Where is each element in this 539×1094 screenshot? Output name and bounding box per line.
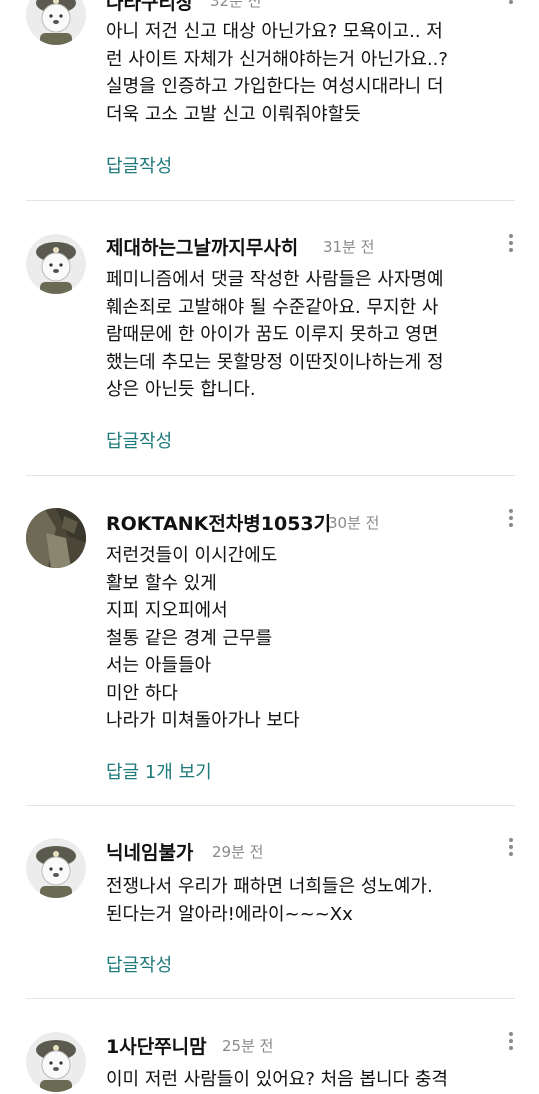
comment-text: 이미 저런 사람들이 있어요? 처음 봅니다 충격 <box>106 1066 506 1094</box>
comment-line: 람때문에 한 아이가 꿈도 이루지 못하고 영면 <box>106 324 439 345</box>
timestamp: 31분 전 <box>323 238 375 256</box>
comment-line: 페미니즘에서 댓글 작성한 사람들은 사자명예 <box>106 269 444 290</box>
more-options-icon[interactable] <box>506 509 516 529</box>
avatar[interactable] <box>26 838 86 898</box>
avatar[interactable] <box>26 0 86 45</box>
nickname[interactable]: ROKTANK전차병1053기 <box>106 509 331 536</box>
write-reply-button[interactable]: 답글작성 <box>106 951 172 977</box>
avatar[interactable] <box>26 508 86 568</box>
comment-line: 저런것들이 이시간에도 <box>106 545 278 566</box>
more-options-icon[interactable] <box>506 0 516 6</box>
comment-line: 나라가 미쳐돌아가나 보다 <box>106 710 300 731</box>
comment-text: 저런것들이 이시간에도 활보 할수 있게 지피 지오피에서 철통 같은 경계 근… <box>106 542 506 735</box>
more-options-icon[interactable] <box>506 234 516 254</box>
soldier-bear-icon <box>26 838 86 898</box>
photo-avatar-icon <box>26 508 86 568</box>
comment-line: 더욱 고소 고발 신고 이뤄줘야할듯 <box>106 103 361 125</box>
comment-line: 서는 아들들아 <box>106 655 212 676</box>
soldier-bear-icon <box>26 1032 86 1092</box>
comment-line: 된다는거 알아라!에라이~~~Xx <box>106 903 353 925</box>
comment-line: 런 사이트 자체가 신거해야하는거 아닌가요..? <box>106 48 448 70</box>
comment-line: 활보 할수 있게 <box>106 572 217 594</box>
timestamp: 25분 전 <box>222 1037 274 1055</box>
avatar[interactable] <box>26 234 86 294</box>
divider <box>26 200 515 201</box>
comment-line: 훼손죄로 고발해야 될 수준같아요. 무지한 사 <box>106 296 439 318</box>
comment-line: 상은 아닌듯 합니다. <box>106 379 256 400</box>
comment-text: 페미니즘에서 댓글 작성한 사람들은 사자명예 훼손죄로 고발해야 될 수준같아… <box>106 266 506 404</box>
nickname[interactable]: 제대하는그날까지무사히 <box>106 233 298 260</box>
divider <box>26 998 515 999</box>
avatar[interactable] <box>26 1032 86 1092</box>
nickname[interactable]: 1사단쭈니맘 <box>106 1032 207 1059</box>
comment-line: 아니 저건 신고 대상 아닌가요? 모욕이고.. 저 <box>106 21 443 42</box>
view-replies-button[interactable]: 답글 1개 보기 <box>106 758 212 784</box>
comment-line: 지피 지오피에서 <box>106 600 228 621</box>
nickname[interactable]: 닉네임불가 <box>106 838 193 865</box>
soldier-bear-icon <box>26 234 86 294</box>
comment-text: 전쟁나서 우리가 패하면 너희들은 성노예가. 된다는거 알아라!에라이~~~X… <box>106 873 506 928</box>
comment-line: 이미 저런 사람들이 있어요? 처음 봅니다 충격 <box>106 1069 448 1090</box>
more-options-icon[interactable] <box>506 1032 516 1052</box>
divider <box>26 805 515 806</box>
divider <box>26 475 515 476</box>
write-reply-button[interactable]: 답글작성 <box>106 152 172 178</box>
comment-line: 했는데 추모는 못할망정 이딴짓이나하는게 정 <box>106 351 444 373</box>
comment-line: 실명을 인증하고 가입한다는 여성시대라니 더 <box>106 76 444 97</box>
timestamp: 29분 전 <box>212 843 264 861</box>
timestamp: 32분 전 <box>210 0 262 10</box>
more-options-icon[interactable] <box>506 838 516 858</box>
comment-line: 미안 하다 <box>106 682 178 704</box>
write-reply-button[interactable]: 답글작성 <box>106 427 172 453</box>
comment-line: 전쟁나서 우리가 패하면 너희들은 성노예가. <box>106 876 433 897</box>
nickname[interactable]: 나라구리장 <box>106 0 193 15</box>
comment-line: 철통 같은 경계 근무를 <box>106 627 273 649</box>
soldier-bear-icon <box>26 0 86 45</box>
timestamp: 30분 전 <box>328 514 380 532</box>
comment-text: 아니 저건 신고 대상 아닌가요? 모욕이고.. 저 런 사이트 자체가 신거해… <box>106 18 506 128</box>
